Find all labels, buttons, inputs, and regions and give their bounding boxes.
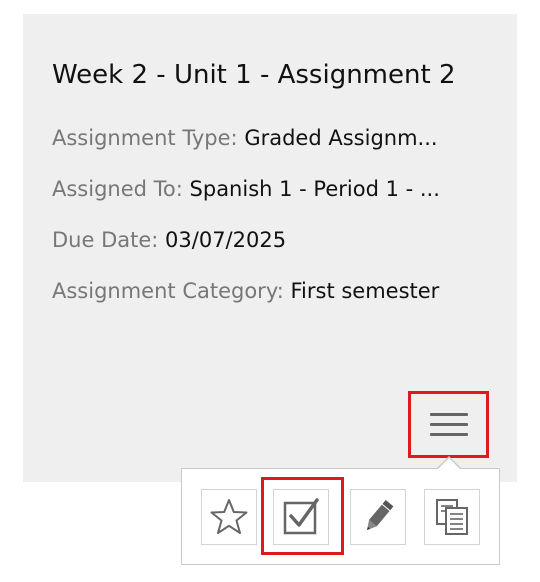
assignment-category-value: First semester — [290, 279, 440, 303]
assigned-to-row: Assigned To: Spanish 1 - Period 1 - ... — [52, 177, 440, 201]
hamburger-menu-icon — [429, 413, 468, 436]
copy-button[interactable] — [424, 489, 480, 545]
due-date-label: Due Date: — [52, 228, 159, 252]
assignment-type-row: Assignment Type: Graded Assignm... — [52, 126, 438, 150]
due-date-value: 03/07/2025 — [165, 228, 287, 252]
assigned-to-label: Assigned To: — [52, 177, 183, 201]
assignment-category-label: Assignment Category: — [52, 279, 284, 303]
favorite-button[interactable] — [201, 489, 257, 545]
assignment-type-label: Assignment Type: — [52, 126, 238, 150]
highlight-outline — [261, 477, 344, 555]
assignment-type-value: Graded Assignm... — [244, 126, 438, 150]
assignment-title: Week 2 - Unit 1 - Assignment 2 — [52, 60, 456, 90]
menu-button[interactable] — [408, 391, 489, 458]
star-icon — [210, 499, 248, 534]
copy-icon — [436, 499, 468, 535]
pencil-icon — [367, 499, 394, 531]
edit-button[interactable] — [350, 489, 406, 545]
assigned-to-value: Spanish 1 - Period 1 - ... — [189, 177, 440, 201]
assignment-screen: Week 2 - Unit 1 - Assignment 2 Assignmen… — [0, 0, 540, 582]
due-date-row: Due Date: 03/07/2025 — [52, 228, 286, 252]
assignment-category-row: Assignment Category: First semester — [52, 279, 439, 303]
